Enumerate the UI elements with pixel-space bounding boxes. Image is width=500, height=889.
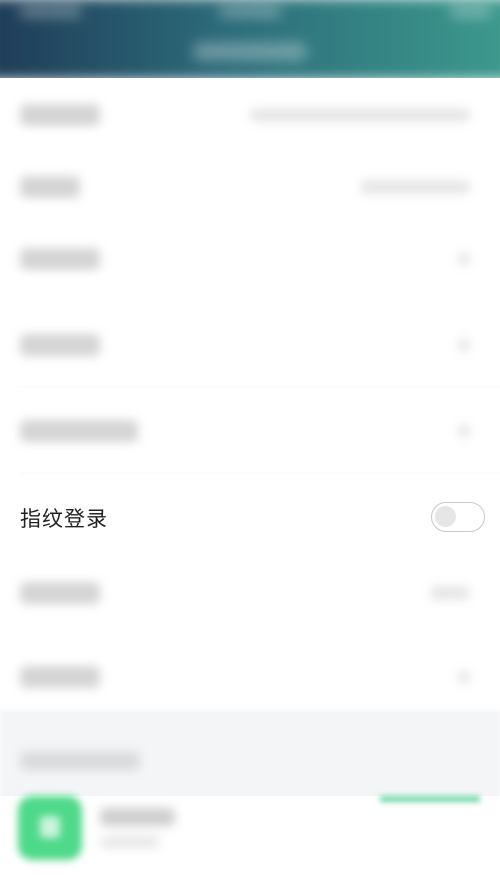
app-name [100, 808, 175, 826]
settings-row[interactable] [0, 218, 500, 304]
fingerprint-login-toggle[interactable] [431, 502, 485, 532]
section-header [0, 710, 500, 800]
app-subtitle [100, 836, 160, 848]
status-battery [449, 6, 492, 17]
page-title [192, 42, 308, 62]
app-header [0, 0, 500, 80]
settings-screen: 指纹登录 [0, 0, 500, 889]
settings-row[interactable] [0, 388, 500, 474]
fingerprint-login-label: 指纹登录 [20, 507, 108, 531]
app-card[interactable] [0, 796, 500, 889]
status-time [18, 6, 82, 17]
settings-row[interactable] [0, 302, 500, 388]
accent-strip [380, 796, 480, 802]
toggle-knob [435, 506, 456, 527]
fingerprint-login-row[interactable]: 指纹登录 [0, 474, 500, 560]
status-center [218, 6, 282, 17]
settings-row[interactable] [0, 632, 500, 718]
phone-icon[interactable] [18, 796, 82, 860]
